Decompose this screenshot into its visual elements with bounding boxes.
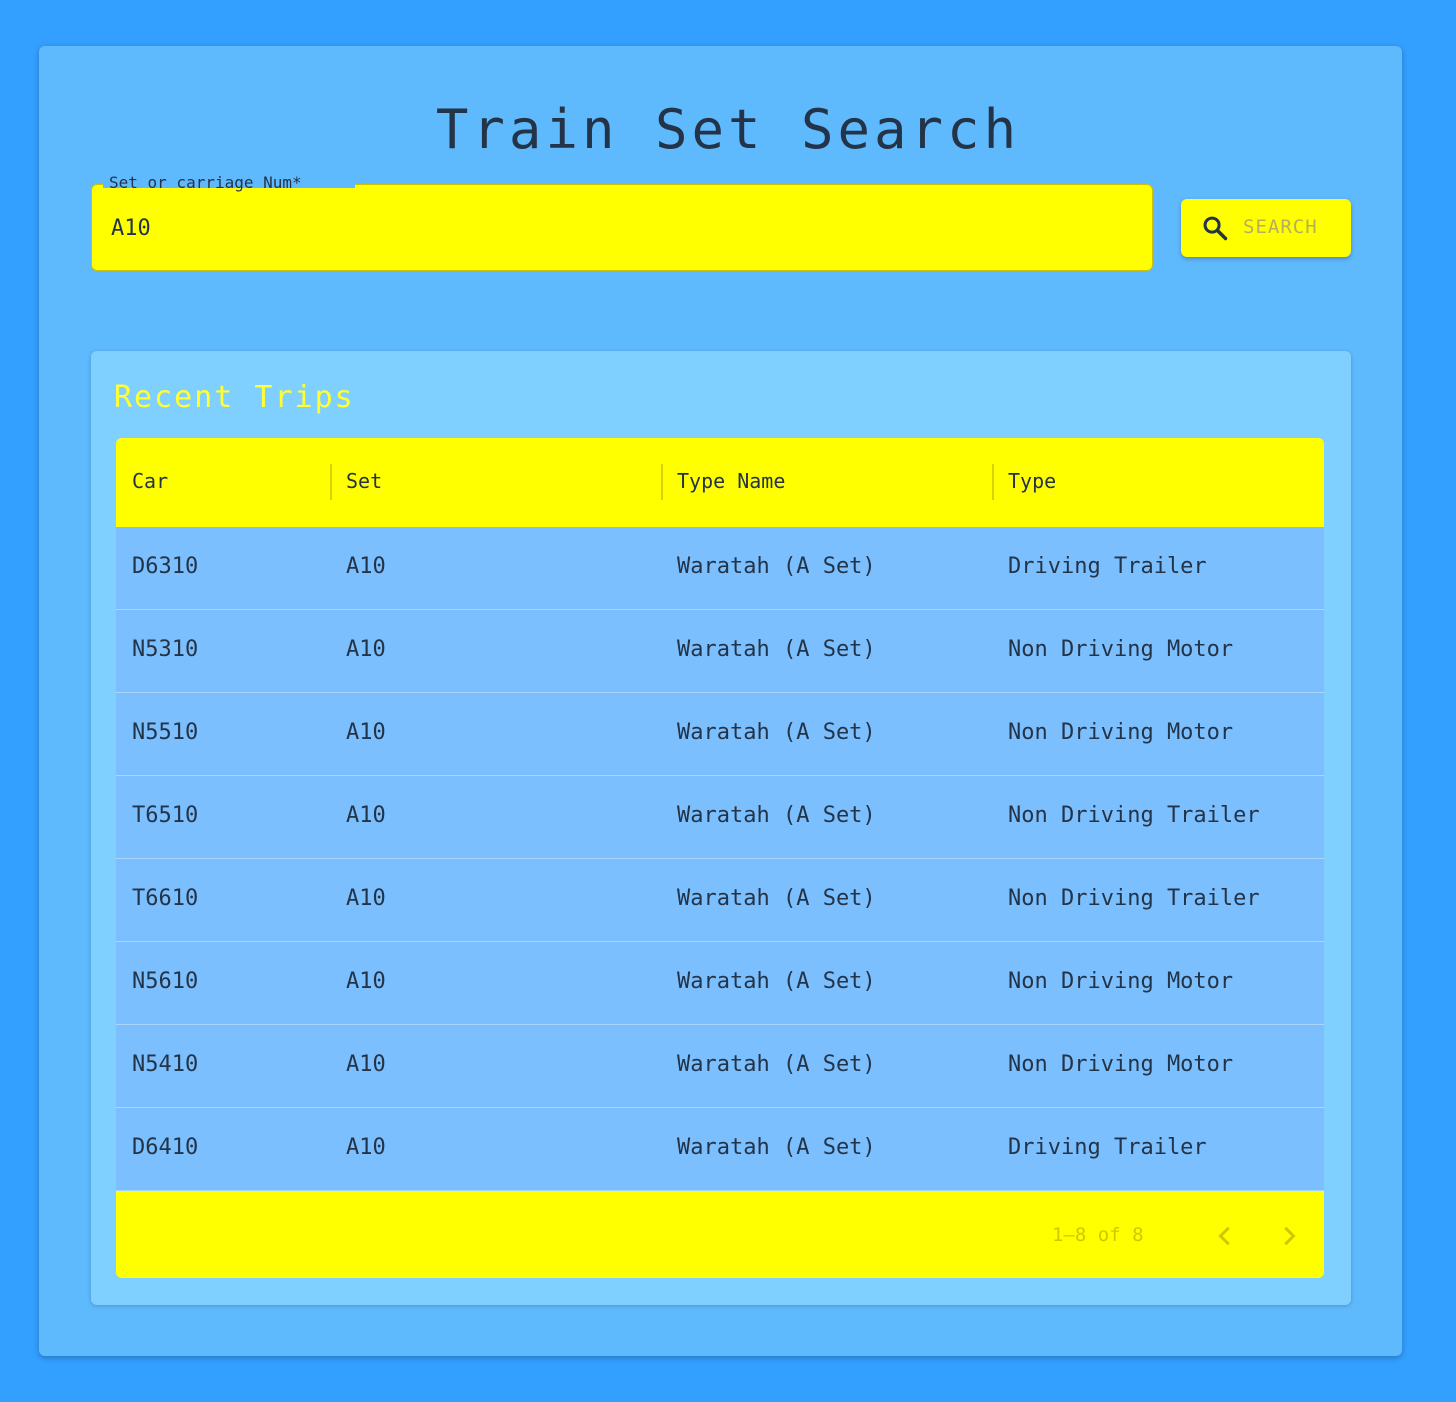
column-header-type[interactable]: Type xyxy=(1008,469,1056,493)
cell-set: A10 xyxy=(346,886,386,911)
cell-set: A10 xyxy=(346,637,386,662)
table-row[interactable]: N5410 A10 Waratah (A Set) Non Driving Mo… xyxy=(116,1025,1324,1108)
cell-type-name: Waratah (A Set) xyxy=(677,886,876,911)
cell-type-name: Waratah (A Set) xyxy=(677,969,876,994)
cell-car: D6310 xyxy=(132,554,199,579)
table-header: Car Set Type Name Type xyxy=(116,438,1324,527)
search-input[interactable] xyxy=(111,208,1131,248)
pagination-label: 1–8 of 8 xyxy=(1052,1224,1144,1246)
search-field-label: Set or carriage Num* xyxy=(103,173,308,192)
cell-car: N5610 xyxy=(132,969,199,994)
table-row[interactable]: N5310 A10 Waratah (A Set) Non Driving Mo… xyxy=(116,610,1324,693)
cell-set: A10 xyxy=(346,803,386,828)
required-marker: * xyxy=(292,173,302,192)
cell-car: N5410 xyxy=(132,1052,199,1077)
cell-type: Non Driving Motor xyxy=(1008,720,1234,745)
table-row[interactable]: N5510 A10 Waratah (A Set) Non Driving Mo… xyxy=(116,693,1324,776)
column-separator[interactable] xyxy=(661,464,663,500)
recent-trips-title: Recent Trips xyxy=(114,380,355,415)
table-body: D6310 A10 Waratah (A Set) Driving Traile… xyxy=(116,527,1324,1191)
cell-type-name: Waratah (A Set) xyxy=(677,803,876,828)
table-row[interactable]: D6410 A10 Waratah (A Set) Driving Traile… xyxy=(116,1108,1324,1191)
cell-type-name: Waratah (A Set) xyxy=(677,1052,876,1077)
table-footer: 1–8 of 8 xyxy=(116,1194,1324,1278)
cell-type: Non Driving Trailer xyxy=(1008,803,1260,828)
cell-type: Non Driving Motor xyxy=(1008,1052,1234,1077)
cell-type: Non Driving Motor xyxy=(1008,637,1234,662)
search-button-label: SEARCH xyxy=(1243,216,1318,238)
cell-car: T6610 xyxy=(132,886,199,911)
column-header-set[interactable]: Set xyxy=(346,469,382,493)
cell-car: N5510 xyxy=(132,720,199,745)
table-row[interactable]: N5610 A10 Waratah (A Set) Non Driving Mo… xyxy=(116,942,1324,1025)
search-icon xyxy=(1201,214,1229,242)
cell-type-name: Waratah (A Set) xyxy=(677,720,876,745)
column-header-car[interactable]: Car xyxy=(132,469,168,493)
cell-type-name: Waratah (A Set) xyxy=(677,637,876,662)
table-row[interactable]: T6610 A10 Waratah (A Set) Non Driving Tr… xyxy=(116,859,1324,942)
chevron-left-icon xyxy=(1207,1226,1243,1257)
cell-type-name: Waratah (A Set) xyxy=(677,554,876,579)
recent-trips-table: Car Set Type Name Type D6310 A10 Waratah… xyxy=(116,438,1324,1278)
cell-set: A10 xyxy=(346,969,386,994)
cell-set: A10 xyxy=(346,1135,386,1160)
cell-set: A10 xyxy=(346,554,386,579)
cell-type: Driving Trailer xyxy=(1008,1135,1207,1160)
cell-type-name: Waratah (A Set) xyxy=(677,1135,876,1160)
chevron-right-icon xyxy=(1271,1226,1307,1257)
page-title: Train Set Search xyxy=(435,98,1021,161)
column-header-type-name[interactable]: Type Name xyxy=(677,469,785,493)
search-label-text: Set or carriage Num xyxy=(109,173,293,192)
cell-type: Non Driving Motor xyxy=(1008,969,1234,994)
next-page-button[interactable] xyxy=(1271,1218,1307,1254)
cell-set: A10 xyxy=(346,720,386,745)
cell-car: N5310 xyxy=(132,637,199,662)
table-row[interactable]: D6310 A10 Waratah (A Set) Driving Traile… xyxy=(116,527,1324,610)
previous-page-button[interactable] xyxy=(1207,1218,1243,1254)
cell-set: A10 xyxy=(346,1052,386,1077)
cell-car: T6510 xyxy=(132,803,199,828)
cell-type: Driving Trailer xyxy=(1008,554,1207,579)
column-separator[interactable] xyxy=(992,464,994,500)
cell-car: D6410 xyxy=(132,1135,199,1160)
cell-type: Non Driving Trailer xyxy=(1008,886,1260,911)
table-row[interactable]: T6510 A10 Waratah (A Set) Non Driving Tr… xyxy=(116,776,1324,859)
column-separator[interactable] xyxy=(330,464,332,500)
search-button[interactable]: SEARCH xyxy=(1181,199,1351,257)
